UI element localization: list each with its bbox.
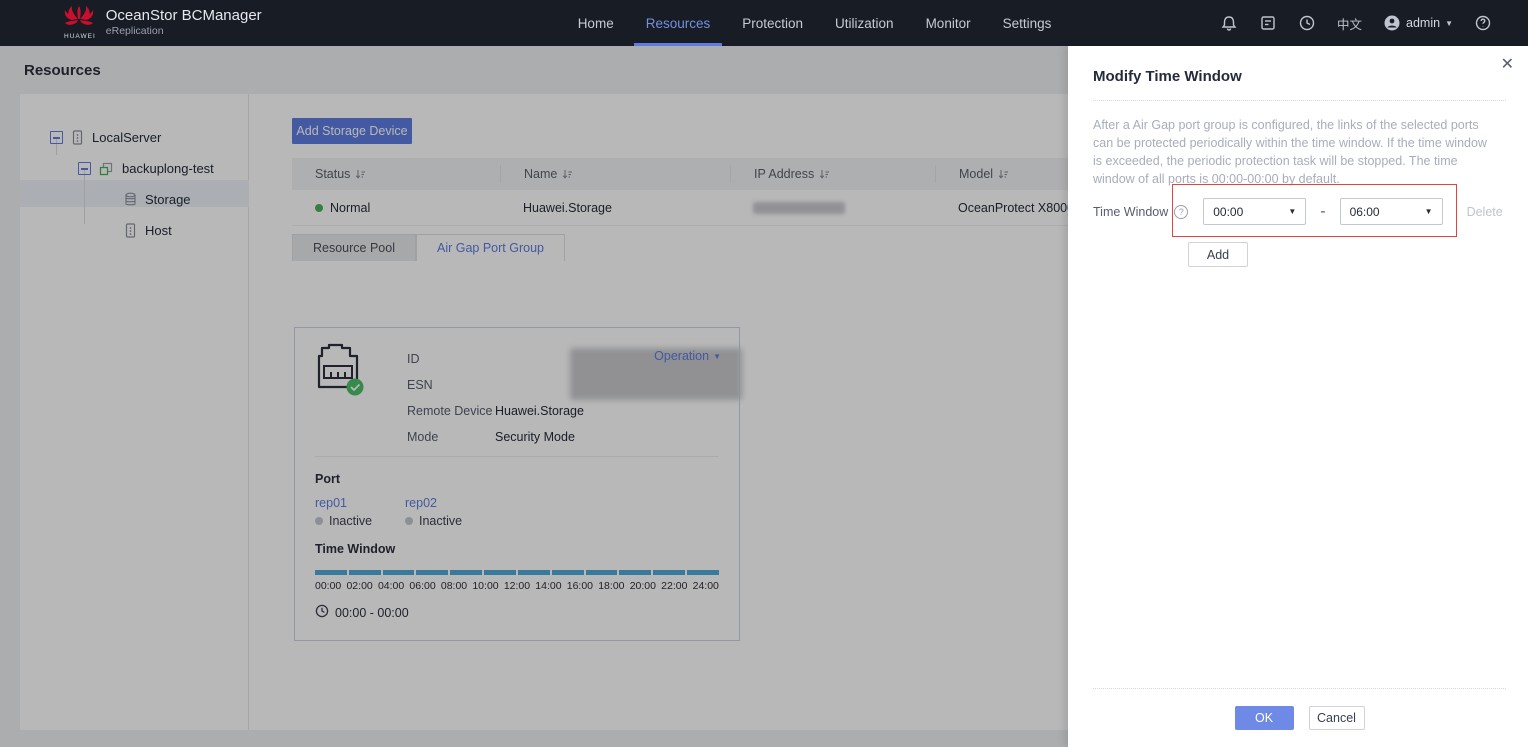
delete-row-link[interactable]: Delete <box>1467 205 1503 219</box>
nav-item-settings[interactable]: Settings <box>987 0 1068 46</box>
notification-bell-icon[interactable] <box>1220 14 1238 32</box>
huawei-flower-icon <box>64 6 94 32</box>
product-subtitle: eReplication <box>105 24 164 37</box>
modal-divider <box>1093 100 1506 101</box>
task-list-icon[interactable] <box>1259 14 1277 32</box>
main-nav: Home Resources Protection Utilization Mo… <box>562 0 1068 46</box>
nav-item-utilization[interactable]: Utilization <box>819 0 910 46</box>
top-navbar: HUAWEI OceanStor BCManager eReplication … <box>0 0 1528 46</box>
user-menu[interactable]: admin ▼ <box>1383 14 1453 32</box>
start-time-select[interactable]: 00:00 ▼ <box>1203 198 1307 225</box>
end-time-select[interactable]: 06:00 ▼ <box>1339 198 1443 225</box>
nav-item-resources[interactable]: Resources <box>630 0 727 46</box>
username: admin <box>1406 16 1441 30</box>
modal-description: After a Air Gap port group is configured… <box>1093 118 1487 186</box>
help-icon[interactable] <box>1474 14 1492 32</box>
time-window-form-row: Time Window ? 00:00 ▼ - 06:00 ▼ Delete <box>1093 198 1503 225</box>
nav-item-monitor[interactable]: Monitor <box>910 0 987 46</box>
nav-item-protection[interactable]: Protection <box>726 0 819 46</box>
modal-backdrop[interactable] <box>0 46 1068 747</box>
close-icon[interactable]: ✕ <box>1501 54 1514 74</box>
range-separator: - <box>1320 202 1326 220</box>
help-tooltip-icon[interactable]: ? <box>1174 204 1189 219</box>
modal-title: Modify Time Window <box>1093 68 1242 85</box>
modal-footer: OK Cancel <box>1093 688 1506 747</box>
huawei-logo: HUAWEI OceanStor BCManager eReplication <box>64 6 262 40</box>
cancel-button[interactable]: Cancel <box>1308 706 1365 730</box>
language-switch[interactable]: 中文 <box>1337 14 1362 33</box>
add-time-window-button[interactable]: Add <box>1188 242 1248 267</box>
workspace: Resources LocalServer backuplong-test St… <box>0 46 1528 747</box>
modify-time-window-modal: ✕ Modify Time Window After a Air Gap por… <box>1068 46 1528 747</box>
brand-text: HUAWEI <box>64 33 96 40</box>
time-window-field-label: Time Window <box>1093 204 1169 219</box>
chevron-down-icon: ▼ <box>1288 207 1297 216</box>
product-title: OceanStor BCManager <box>105 7 262 24</box>
history-clock-icon[interactable] <box>1298 14 1316 32</box>
avatar-icon <box>1383 14 1401 32</box>
chevron-down-icon: ▼ <box>1424 207 1433 216</box>
ok-button[interactable]: OK <box>1234 706 1294 730</box>
user-caret-icon: ▼ <box>1445 18 1453 28</box>
nav-item-home[interactable]: Home <box>562 0 630 46</box>
